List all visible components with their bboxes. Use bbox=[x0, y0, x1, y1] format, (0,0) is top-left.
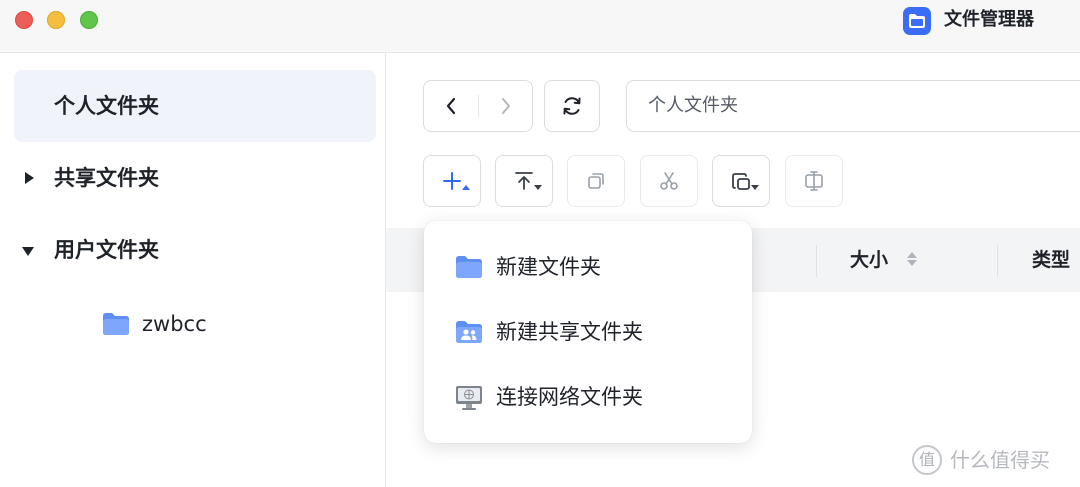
menu-item-label: 新建文件夹 bbox=[496, 255, 601, 279]
upload-icon bbox=[515, 172, 533, 190]
forward-button[interactable] bbox=[479, 81, 533, 131]
watermark-logo: 值 bbox=[912, 445, 942, 475]
file-manager-app-icon bbox=[903, 7, 931, 35]
sidebar-item-label: 个人文件夹 bbox=[54, 94, 159, 118]
new-dropdown-menu: 新建文件夹 新建共享文件夹 连接网络文件夹 bbox=[424, 221, 752, 443]
dropdown-caret-icon bbox=[534, 185, 542, 190]
path-field[interactable]: 个人文件夹 bbox=[626, 80, 1080, 132]
upload-button[interactable] bbox=[495, 155, 553, 207]
shared-folder-icon bbox=[455, 320, 483, 348]
window-minimize-button[interactable] bbox=[47, 11, 65, 29]
sort-icon[interactable] bbox=[906, 250, 918, 272]
history-nav-group bbox=[423, 80, 533, 132]
menu-item-new-folder[interactable]: 新建文件夹 bbox=[424, 237, 752, 297]
menu-item-label: 连接网络文件夹 bbox=[496, 385, 643, 409]
sidebar-item-label: 共享文件夹 bbox=[54, 166, 159, 190]
title-bar: 文件管理器 bbox=[0, 0, 1080, 53]
menu-item-connect-network-folder[interactable]: 连接网络文件夹 bbox=[424, 367, 752, 427]
window-title: 文件管理器 bbox=[944, 9, 1034, 30]
menu-item-new-shared-folder[interactable]: 新建共享文件夹 bbox=[424, 302, 752, 362]
column-divider[interactable] bbox=[816, 245, 817, 277]
folder-icon bbox=[455, 255, 483, 283]
network-monitor-icon bbox=[455, 385, 483, 415]
column-header-type[interactable]: 类型 bbox=[1032, 246, 1070, 274]
chevron-right-icon bbox=[502, 98, 510, 114]
copy-button[interactable] bbox=[567, 155, 625, 207]
new-button[interactable] bbox=[423, 155, 481, 207]
window-maximize-button[interactable] bbox=[80, 11, 98, 29]
expand-arrow-icon[interactable] bbox=[25, 172, 34, 184]
collapse-arrow-icon[interactable] bbox=[22, 247, 34, 256]
menu-item-label: 新建共享文件夹 bbox=[496, 320, 643, 344]
dropdown-caret-icon bbox=[462, 185, 470, 190]
cut-icon bbox=[660, 172, 678, 190]
refresh-icon bbox=[563, 97, 581, 115]
refresh-button[interactable] bbox=[544, 80, 600, 132]
rename-button[interactable] bbox=[785, 155, 843, 207]
sidebar-item-label: 用户文件夹 bbox=[54, 238, 159, 262]
cut-button[interactable] bbox=[640, 155, 698, 207]
path-text: 个人文件夹 bbox=[648, 95, 738, 116]
sidebar-item-shared-folder[interactable]: 共享文件夹 bbox=[14, 142, 376, 214]
window-close-button[interactable] bbox=[15, 11, 33, 29]
column-divider[interactable] bbox=[997, 245, 998, 277]
copy-icon bbox=[588, 173, 604, 189]
sidebar: 个人文件夹 共享文件夹 用户文件夹 zwbcc bbox=[0, 53, 386, 487]
column-header-size[interactable]: 大小 bbox=[850, 246, 888, 274]
plus-icon bbox=[443, 172, 461, 190]
chevron-left-icon bbox=[446, 97, 456, 115]
sidebar-item-personal-folder[interactable]: 个人文件夹 bbox=[14, 70, 376, 142]
tree-item-label: zwbcc bbox=[142, 312, 207, 336]
paste-icon bbox=[732, 173, 750, 190]
paste-button[interactable] bbox=[712, 155, 770, 207]
folder-icon bbox=[102, 312, 130, 340]
back-button[interactable] bbox=[424, 81, 478, 131]
sidebar-item-user-folder[interactable]: 用户文件夹 bbox=[14, 214, 376, 286]
rename-icon bbox=[805, 171, 823, 191]
watermark-text: 什么值得买 bbox=[950, 448, 1050, 472]
dropdown-caret-icon bbox=[751, 185, 759, 190]
